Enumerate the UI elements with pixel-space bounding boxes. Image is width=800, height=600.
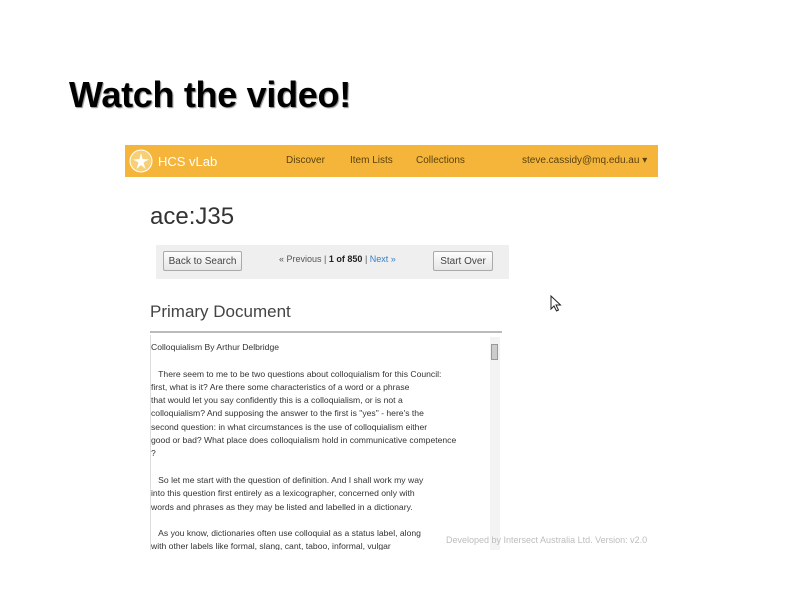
document-text: Colloquialism By Arthur Delbridge There … xyxy=(151,342,457,550)
scrollbar[interactable] xyxy=(490,337,500,550)
document-id: ace:J35 xyxy=(150,203,235,230)
section-title: Primary Document xyxy=(150,302,291,321)
mouse-cursor-icon xyxy=(550,295,562,312)
nav-discover[interactable]: Discover xyxy=(286,155,325,166)
nav-collections[interactable]: Collections xyxy=(416,155,465,166)
pager-bar: Back to Search « Previous | 1 of 850 | N… xyxy=(156,245,509,279)
footer: Developed by Intersect Australia Ltd. Ve… xyxy=(446,535,648,545)
slide-title: Watch the video! xyxy=(69,74,351,115)
pager-position: 1 of 850 xyxy=(328,254,363,264)
divider xyxy=(150,331,502,333)
app-screenshot: HCS vLab Discover Item Lists Collections… xyxy=(125,145,658,550)
brand-name[interactable]: HCS vLab xyxy=(158,154,217,169)
user-menu[interactable]: steve.cassidy@mq.edu.au ▾ xyxy=(522,155,647,166)
start-over-button[interactable]: Start Over xyxy=(433,251,493,271)
next-link[interactable]: Next » xyxy=(370,254,396,264)
pager: « Previous | 1 of 850 | Next » xyxy=(279,254,396,264)
previous-link[interactable]: « Previous xyxy=(279,254,322,264)
logo-icon[interactable] xyxy=(129,149,153,173)
document-text-area[interactable]: Colloquialism By Arthur Delbridge There … xyxy=(150,335,503,550)
scrollbar-thumb[interactable] xyxy=(491,344,498,360)
back-to-search-button[interactable]: Back to Search xyxy=(163,251,242,271)
nav-item-lists[interactable]: Item Lists xyxy=(350,155,393,166)
navbar: HCS vLab Discover Item Lists Collections… xyxy=(125,145,658,177)
